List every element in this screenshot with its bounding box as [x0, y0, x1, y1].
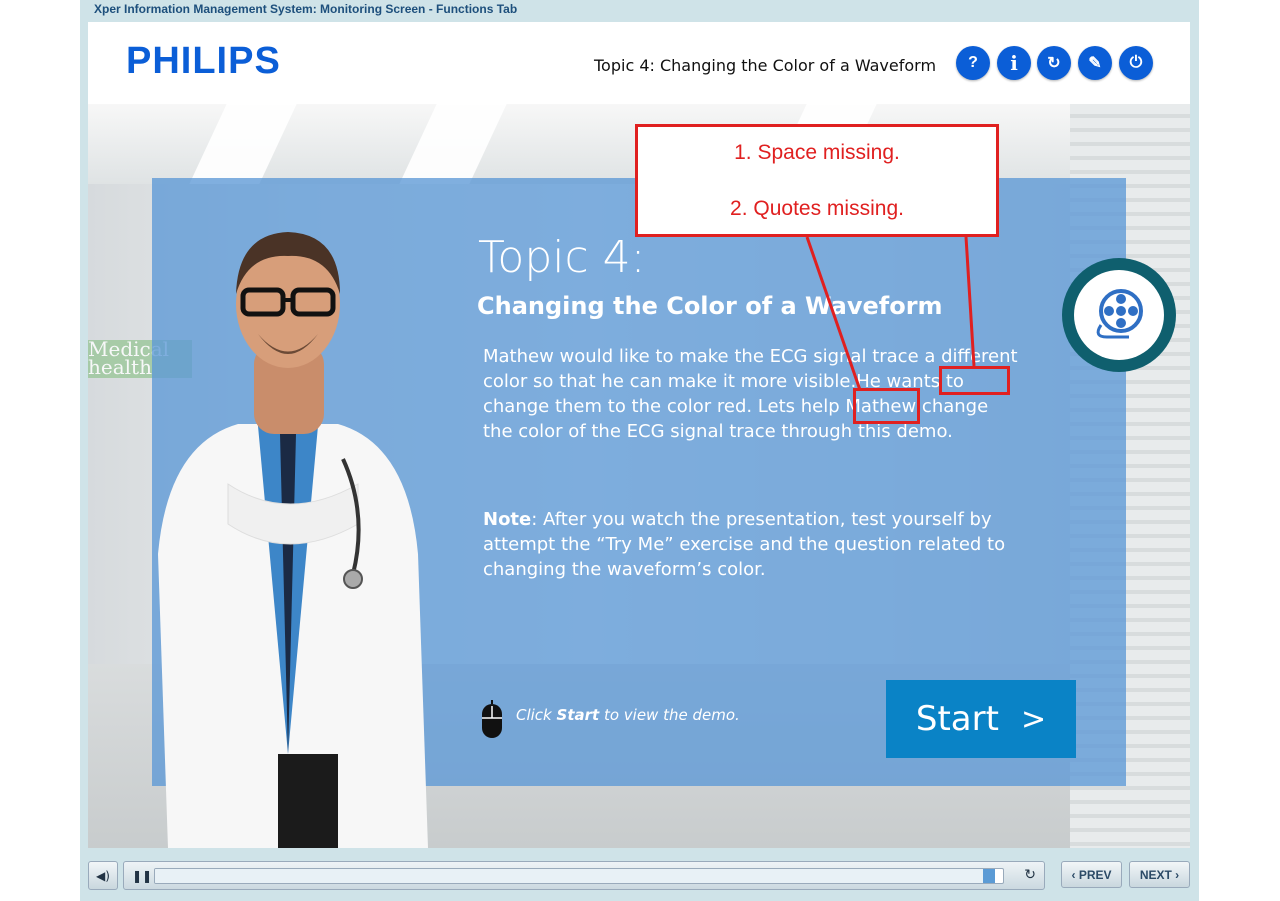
header: PHILIPS Topic 4: Changing the Color of a…	[88, 22, 1190, 104]
info-button[interactable]: i	[997, 46, 1031, 80]
navigate-button[interactable]: ✎	[1078, 46, 1112, 80]
window-title: Xper Information Management System: Moni…	[94, 2, 518, 16]
help-icon: ?	[968, 54, 978, 71]
annotation-line-2: 2. Quotes missing.	[730, 197, 904, 220]
chevron-left-icon: ‹	[1071, 867, 1079, 882]
progress-track[interactable]	[154, 868, 1004, 884]
annotation-highlight-quotes	[853, 388, 920, 424]
help-button[interactable]: ?	[956, 46, 990, 80]
mouse-icon	[482, 700, 502, 738]
click-instruction: Click Start to view the demo.	[516, 706, 740, 724]
info-icon: i	[1010, 51, 1018, 75]
note-label: Note	[483, 509, 532, 530]
pause-icon[interactable]: ❚❚	[132, 869, 152, 883]
note-text: : After you watch the presentation, test…	[483, 509, 1006, 580]
replay-button[interactable]: ↻	[1037, 46, 1071, 80]
prev-label: PREV	[1078, 867, 1112, 882]
speaker-icon: ◀)	[96, 868, 110, 883]
chevron-right-icon: ›	[1171, 867, 1180, 882]
annotation-highlight-space	[939, 366, 1010, 395]
player-controls: ◀) ❚❚ ↻ ‹ PREV NEXT ›	[88, 860, 1190, 890]
power-icon: ⏻	[1129, 54, 1143, 71]
chevron-right-icon: >	[1020, 701, 1047, 737]
click-start-word: Start	[556, 706, 600, 724]
exit-button[interactable]: ⏻	[1119, 46, 1153, 80]
film-reel-icon	[1096, 289, 1143, 339]
panel-note: Note: After you watch the presentation, …	[483, 507, 1029, 582]
annotation-line-1: 1. Space missing.	[734, 141, 900, 164]
progress-thumb[interactable]	[982, 869, 995, 883]
compass-icon: ✎	[1088, 55, 1102, 72]
click-pre-text: Click	[516, 706, 557, 724]
film-reel-badge	[1062, 258, 1176, 372]
progress-bar: ❚❚ ↻	[123, 861, 1045, 890]
topic-title: Topic 4: Changing the Color of a Wavefor…	[594, 56, 937, 75]
next-label: NEXT	[1139, 867, 1172, 882]
replay-slide-icon[interactable]: ↻	[1024, 867, 1036, 883]
start-label: Start	[915, 699, 999, 739]
panel-topic-heading: Topic 4:	[478, 232, 646, 283]
ceiling-light	[189, 104, 297, 184]
prev-button[interactable]: ‹ PREV	[1061, 861, 1122, 888]
doctor-illustration	[158, 232, 428, 848]
replay-icon: ↻	[1047, 55, 1061, 72]
film-reel-circle	[1074, 270, 1164, 360]
next-button[interactable]: NEXT ›	[1129, 861, 1190, 888]
progress-fill	[155, 869, 995, 883]
review-annotation-callout: 1. Space missing. 2. Quotes missing.	[635, 124, 999, 237]
panel-subtitle: Changing the Color of a Waveform	[477, 292, 943, 320]
philips-logo: PHILIPS	[126, 40, 281, 82]
click-post-text: to view the demo.	[599, 706, 740, 724]
mute-button[interactable]: ◀)	[88, 861, 118, 890]
start-button[interactable]: Start >	[886, 680, 1076, 758]
ceiling-light	[399, 104, 507, 184]
